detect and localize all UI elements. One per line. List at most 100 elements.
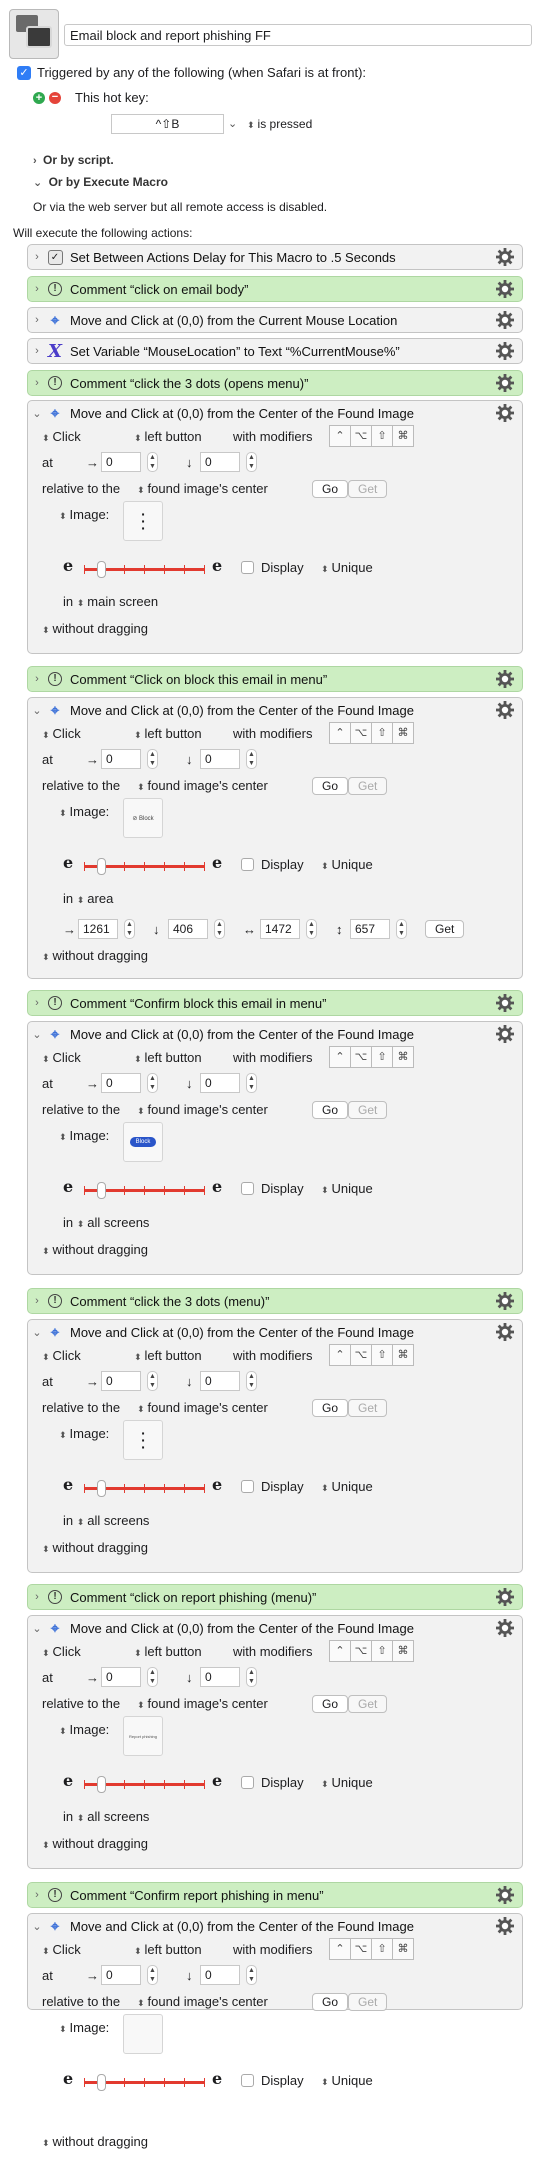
modifier-keys[interactable]: ⌃ ⌥ ⇧ ⌘ <box>329 722 414 744</box>
x-offset-field[interactable]: 0 <box>101 1667 141 1687</box>
slider-knob[interactable] <box>97 1480 106 1497</box>
stepper[interactable]: ▲ ▼ <box>147 1371 158 1391</box>
chevron-down-icon[interactable]: ⌄ <box>28 1920 46 1933</box>
modifier-key-1[interactable]: ⌥ <box>350 1046 372 1068</box>
modifier-key-3[interactable]: ⌘ <box>392 1344 414 1366</box>
go-button[interactable]: Go <box>312 1695 349 1713</box>
stepper[interactable]: ▲ ▼ <box>396 919 407 939</box>
macro-name-field[interactable]: Email block and report phishing FF <box>64 24 532 46</box>
image-label[interactable]: ⬍ Image: <box>59 804 109 819</box>
action-click-image[interactable]: ⌄ ⌖ Move and Click at (0,0) from the Cente… <box>27 400 523 654</box>
action-header[interactable]: › X Set Variable “MouseLocation” to Text “… <box>28 339 522 363</box>
x-offset-field[interactable]: 0 <box>101 452 141 472</box>
chevron-right-icon[interactable]: › <box>28 673 46 685</box>
fuzz-slider[interactable]: ee <box>63 1771 223 1794</box>
click-mode-popup[interactable]: ⬍ Click <box>42 726 81 741</box>
chevron-down-icon[interactable]: ⌄ <box>28 1622 46 1635</box>
hotkey-condition-popup[interactable]: ⬍ is pressed <box>247 117 312 131</box>
unique-popup[interactable]: ⬍ Unique <box>321 1479 373 1494</box>
slider-knob[interactable] <box>97 1776 106 1793</box>
chevron-down-icon[interactable]: ⌄ <box>28 704 46 717</box>
action-header[interactable]: ›! Comment “Click on block this email in … <box>28 667 522 691</box>
action-header[interactable]: › ⌖ Move and Click at (0,0) from the Curre… <box>28 308 522 332</box>
action-header[interactable]: › ✓ Set Between Actions Delay for This Mac… <box>28 245 522 269</box>
fuzz-slider[interactable]: ee <box>63 853 223 876</box>
action-header[interactable]: ›! Comment “Confirm block this email in m… <box>28 991 522 1015</box>
chevron-right-icon[interactable]: › <box>28 283 46 295</box>
image-label[interactable]: ⬍ Image: <box>59 2020 109 2035</box>
click-mode-popup[interactable]: ⬍ Click <box>42 1644 81 1659</box>
action-header[interactable]: ⌄ ⌖ Move and Click at (0,0) from the Cente… <box>28 1616 522 1640</box>
gear-icon[interactable] <box>495 341 515 361</box>
go-button[interactable]: Go <box>312 1399 349 1417</box>
action-header[interactable]: ⌄ ⌖ Move and Click at (0,0) from the Cente… <box>28 698 522 722</box>
action-header[interactable]: ›! Comment “click on report phishing (men… <box>28 1585 522 1609</box>
drag-popup[interactable]: ⬍ without dragging <box>42 1836 148 1851</box>
display-checkbox[interactable] <box>241 1480 254 1493</box>
stepper[interactable]: ▲ ▼ <box>147 1073 158 1093</box>
trigger-checkbox[interactable]: ✓ <box>17 65 31 80</box>
modifier-key-3[interactable]: ⌘ <box>392 1640 414 1662</box>
mouse-button-popup[interactable]: ⬍ left button <box>134 1942 202 1957</box>
modifier-key-1[interactable]: ⌥ <box>350 425 372 447</box>
fuzz-slider[interactable]: ee <box>63 556 223 579</box>
mouse-button-popup[interactable]: ⬍ left button <box>134 1644 202 1659</box>
unique-popup[interactable]: ⬍ Unique <box>321 1775 373 1790</box>
modifier-key-3[interactable]: ⌘ <box>392 1938 414 1960</box>
stepper[interactable]: ▲ ▼ <box>246 452 257 472</box>
chevron-right-icon[interactable]: › <box>28 997 46 1009</box>
drag-popup[interactable]: ⬍ without dragging <box>42 948 148 963</box>
stepper[interactable]: ▲ ▼ <box>306 919 317 939</box>
display-checkbox[interactable] <box>241 858 254 871</box>
action-click-image[interactable]: ⌄ ⌖ Move and Click at (0,0) from the Cente… <box>27 1021 523 1275</box>
gear-icon[interactable] <box>495 1291 515 1311</box>
add-trigger-button[interactable]: + <box>33 91 45 104</box>
action-header[interactable]: ›! Comment “click the 3 dots (opens menu)… <box>28 371 522 395</box>
y-offset-field[interactable]: 0 <box>200 1371 240 1391</box>
area-width-field[interactable]: 1472 <box>260 919 300 939</box>
click-mode-popup[interactable]: ⬍ Click <box>42 1942 81 1957</box>
action-comment[interactable]: ›! Comment “click the 3 dots (menu)” <box>27 1288 523 1314</box>
action-header[interactable]: ›! Comment “Confirm report phishing in me… <box>28 1883 522 1907</box>
image-label[interactable]: ⬍ Image: <box>59 1128 109 1143</box>
image-well[interactable]: Block <box>123 1122 163 1162</box>
modifier-key-3[interactable]: ⌘ <box>392 425 414 447</box>
unique-popup[interactable]: ⬍ Unique <box>321 560 373 575</box>
action-header[interactable]: ⌄ ⌖ Move and Click at (0,0) from the Cente… <box>28 1914 522 1938</box>
mouse-button-popup[interactable]: ⬍ left button <box>134 1348 202 1363</box>
modifier-key-0[interactable]: ⌃ <box>329 1046 351 1068</box>
mouse-button-popup[interactable]: ⬍ left button <box>134 429 202 444</box>
display-checkbox[interactable] <box>241 1182 254 1195</box>
y-offset-field[interactable]: 0 <box>200 1965 240 1985</box>
action-click-image[interactable]: ⌄ ⌖ Move and Click at (0,0) from the Cente… <box>27 1615 523 1869</box>
x-offset-field[interactable]: 0 <box>101 1371 141 1391</box>
chevron-right-icon[interactable]: › <box>28 251 46 263</box>
chevron-down-icon[interactable]: ⌄ <box>28 1326 46 1339</box>
gear-icon[interactable] <box>495 1885 515 1905</box>
stepper[interactable]: ▲ ▼ <box>246 1667 257 1687</box>
modifier-keys[interactable]: ⌃ ⌥ ⇧ ⌘ <box>329 1344 414 1366</box>
image-well[interactable]: · · · <box>123 1420 163 1460</box>
image-well[interactable]: · · · <box>123 501 163 541</box>
drag-popup[interactable]: ⬍ without dragging <box>42 621 148 636</box>
modifier-key-3[interactable]: ⌘ <box>392 1046 414 1068</box>
drag-popup[interactable]: ⬍ without dragging <box>42 2134 148 2149</box>
chevron-right-icon[interactable]: › <box>28 1889 46 1901</box>
modifier-keys[interactable]: ⌃ ⌥ ⇧ ⌘ <box>329 425 414 447</box>
stepper[interactable]: ▲ ▼ <box>147 452 158 472</box>
modifier-keys[interactable]: ⌃ ⌥ ⇧ ⌘ <box>329 1640 414 1662</box>
modifier-keys[interactable]: ⌃ ⌥ ⇧ ⌘ <box>329 1046 414 1068</box>
relative-popup[interactable]: ⬍ found image's center <box>137 1696 268 1711</box>
y-offset-field[interactable]: 0 <box>200 452 240 472</box>
display-checkbox[interactable] <box>241 561 254 574</box>
gear-icon[interactable] <box>495 1916 515 1936</box>
go-button[interactable]: Go <box>312 777 349 795</box>
action-header[interactable]: ›! Comment “click the 3 dots (menu)” <box>28 1289 522 1313</box>
gear-icon[interactable] <box>495 279 515 299</box>
slider-knob[interactable] <box>97 858 106 875</box>
gear-icon[interactable] <box>495 669 515 689</box>
modifier-key-3[interactable]: ⌘ <box>392 722 414 744</box>
go-button[interactable]: Go <box>312 480 349 498</box>
mouse-button-popup[interactable]: ⬍ left button <box>134 1050 202 1065</box>
modifier-key-1[interactable]: ⌥ <box>350 1640 372 1662</box>
